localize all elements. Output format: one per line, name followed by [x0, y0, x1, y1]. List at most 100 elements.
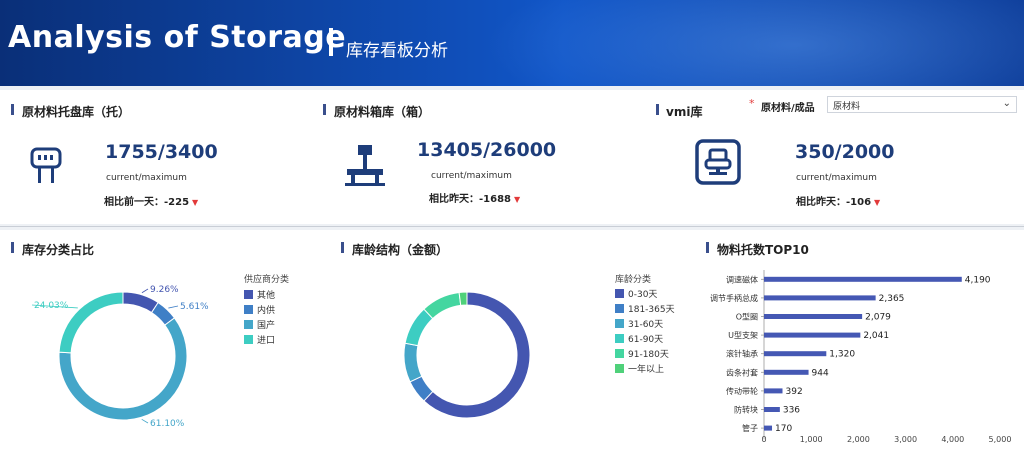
- legend-swatch: [615, 319, 624, 328]
- bar[interactable]: [764, 369, 809, 375]
- chart-title-age: 库龄结构（金额）: [352, 243, 449, 257]
- bar-category-label: O型圈: [736, 313, 758, 322]
- bar-value-label: 392: [786, 387, 803, 397]
- bar-value-label: 1,320: [829, 350, 855, 360]
- bar-category-label: 传动带轮: [726, 386, 758, 396]
- legend-title-age: 库龄分类: [615, 275, 652, 285]
- legend-item[interactable]: 0-30天: [615, 287, 657, 300]
- scale-icon: [343, 143, 387, 195]
- chart-title-category: 库存分类占比: [22, 243, 95, 257]
- section-marker: [11, 242, 14, 253]
- bar-category-label: 防转块: [734, 405, 758, 415]
- legend-item[interactable]: 进口: [244, 333, 275, 346]
- legend-item[interactable]: 91-180天: [615, 347, 669, 360]
- top10-bar-chart: 调速磁体 4,190 调节手柄总成 2,365 O型圈 2,079 U型支架 2,041 滚针轴…: [710, 270, 1012, 444]
- legend-title-category: 供应商分类: [244, 275, 290, 285]
- title-divider: [329, 28, 333, 56]
- bar-value-label: 2,365: [879, 294, 905, 304]
- x-tick-label: 3,000: [894, 435, 917, 444]
- stat-caption-pallet: current/maximum: [106, 173, 187, 183]
- vmi-icon: [695, 139, 741, 189]
- category-select[interactable]: 原材料 ⌄: [827, 96, 1017, 113]
- required-mark: *: [749, 97, 755, 110]
- down-arrow-icon: ▼: [513, 195, 521, 204]
- label-leader-line: [141, 418, 149, 424]
- legend-item[interactable]: 31-60天: [615, 317, 663, 330]
- bar[interactable]: [764, 388, 783, 394]
- category-select-value: 原材料: [833, 102, 861, 112]
- bar[interactable]: [764, 332, 861, 338]
- compare-text: 相比昨天：-106: [796, 197, 872, 208]
- x-tick-label: 4,000: [941, 435, 964, 444]
- bar-value-label: 4,190: [965, 275, 991, 285]
- stat-compare-pallet: 相比前一天：-225 ▼: [104, 193, 198, 208]
- legend-item[interactable]: 一年以上: [615, 362, 664, 375]
- page-title: Analysis of Storage: [8, 20, 347, 55]
- stat-caption-vmi: current/maximum: [796, 173, 877, 183]
- legend-item[interactable]: 61-90天: [615, 332, 663, 345]
- bar-value-label: 2,041: [863, 331, 889, 341]
- donut-slice-0[interactable]: [122, 291, 159, 314]
- legend-item[interactable]: 181-365天: [615, 302, 675, 315]
- stat-caption-box: current/maximum: [431, 171, 512, 181]
- x-tick-label: 1,000: [800, 435, 823, 444]
- category-donut-chart: 9.26%5.61% 61.10% 24.03%: [31, 285, 209, 429]
- legend-label: 一年以上: [628, 365, 665, 375]
- x-tick-label: 5,000: [989, 435, 1012, 444]
- bar-category-label: 滚针轴承: [726, 349, 758, 359]
- bar-category-label: 齿条衬套: [726, 367, 758, 377]
- legend-swatch: [615, 349, 624, 358]
- bar[interactable]: [764, 407, 780, 412]
- donut-slice-5[interactable]: [458, 291, 468, 306]
- filter-label: 原材料/成品: [761, 103, 815, 114]
- stat-compare-vmi: 相比昨天：-106 ▼: [796, 193, 880, 208]
- pallet-icon: [30, 143, 62, 193]
- down-arrow-icon: ▼: [192, 198, 199, 207]
- legend-item[interactable]: 其他: [244, 288, 275, 301]
- bar-category-label: U型支架: [728, 330, 758, 340]
- slice-label: 24.03%: [34, 301, 69, 311]
- chevron-down-icon: ⌄: [1002, 98, 1011, 109]
- bar[interactable]: [764, 295, 876, 301]
- bar[interactable]: [764, 276, 962, 282]
- bar[interactable]: [764, 314, 863, 319]
- legend-swatch: [615, 334, 624, 343]
- slice-label: 9.26%: [150, 285, 179, 295]
- donut-slice-2[interactable]: [403, 342, 423, 383]
- section-marker: [341, 242, 344, 253]
- legend-label: 61-90天: [628, 335, 664, 345]
- section-marker: [656, 104, 659, 115]
- legend-swatch: [244, 320, 253, 329]
- stat-title-box: 原材料箱库（箱）: [334, 105, 431, 119]
- legend-label: 国产: [257, 321, 276, 331]
- chart-title-top10: 物料托数TOP10: [717, 243, 809, 257]
- donut-slice-3[interactable]: [58, 291, 124, 354]
- legend-swatch: [615, 289, 624, 298]
- bar-category-label: 调节手柄总成: [710, 293, 758, 303]
- legend-label: 进口: [257, 336, 276, 346]
- donut-slice-4[interactable]: [423, 291, 462, 320]
- legend-item[interactable]: 内供: [244, 303, 275, 316]
- section-marker: [323, 104, 326, 115]
- panel-divider: [0, 226, 1024, 227]
- x-tick-label: 2,000: [847, 435, 870, 444]
- page-subtitle: 库存看板分析: [346, 41, 448, 61]
- legend-swatch: [244, 290, 253, 299]
- stat-title-vmi: vmi库: [666, 105, 703, 119]
- legend-label: 0-30天: [628, 290, 658, 300]
- bar-value-label: 336: [783, 406, 800, 416]
- legend-swatch: [615, 364, 624, 373]
- legend-item[interactable]: 国产: [244, 318, 275, 331]
- legend-swatch: [244, 305, 253, 314]
- legend-label: 31-60天: [628, 320, 664, 330]
- donut-slice-2[interactable]: [58, 317, 188, 421]
- bar-category-label: 调速磁体: [726, 274, 758, 284]
- legend-label: 181-365天: [628, 305, 675, 315]
- stat-compare-box: 相比昨天：-1688 ▼: [429, 190, 520, 205]
- page-header: Analysis of Storage 库存看板分析: [0, 0, 1024, 86]
- bar[interactable]: [764, 425, 773, 431]
- bar[interactable]: [764, 351, 827, 357]
- stat-value-pallet: 1755/3400: [105, 141, 218, 163]
- section-marker: [706, 242, 709, 253]
- stat-value-box: 13405/26000: [417, 139, 557, 161]
